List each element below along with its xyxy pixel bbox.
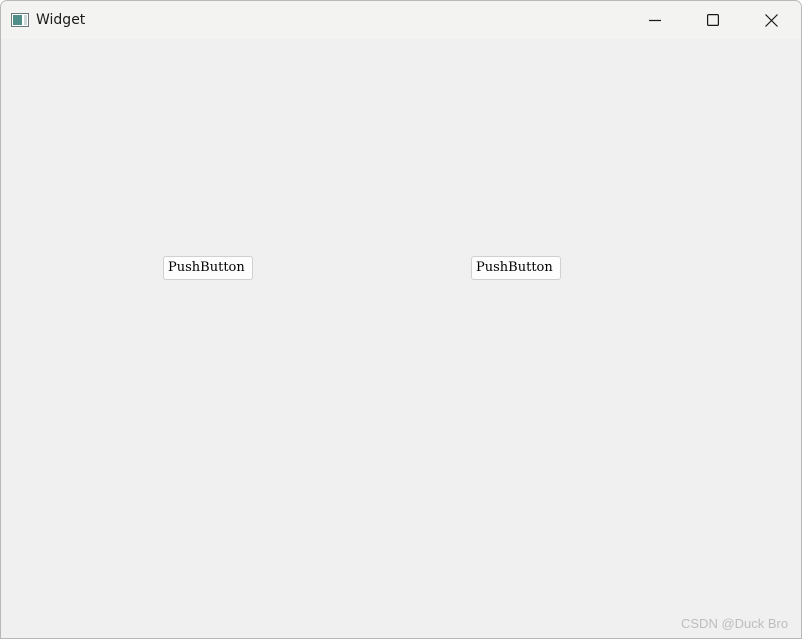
widget-client-area: PushButton PushButton (1, 39, 801, 638)
close-button[interactable] (742, 1, 800, 39)
maximize-button[interactable] (684, 1, 742, 39)
maximize-icon (707, 14, 719, 26)
app-window: Widget PushButton PushButton (0, 0, 802, 639)
window-title: Widget (36, 12, 86, 28)
title-bar[interactable]: Widget (1, 1, 801, 39)
close-icon (764, 13, 778, 27)
watermark-text: CSDN @Duck Bro (681, 616, 789, 631)
push-button-right[interactable]: PushButton (471, 256, 561, 280)
minimize-button[interactable] (626, 1, 684, 39)
minimize-icon (649, 14, 661, 26)
app-window-icon (11, 12, 29, 27)
push-button-left[interactable]: PushButton (163, 256, 253, 280)
